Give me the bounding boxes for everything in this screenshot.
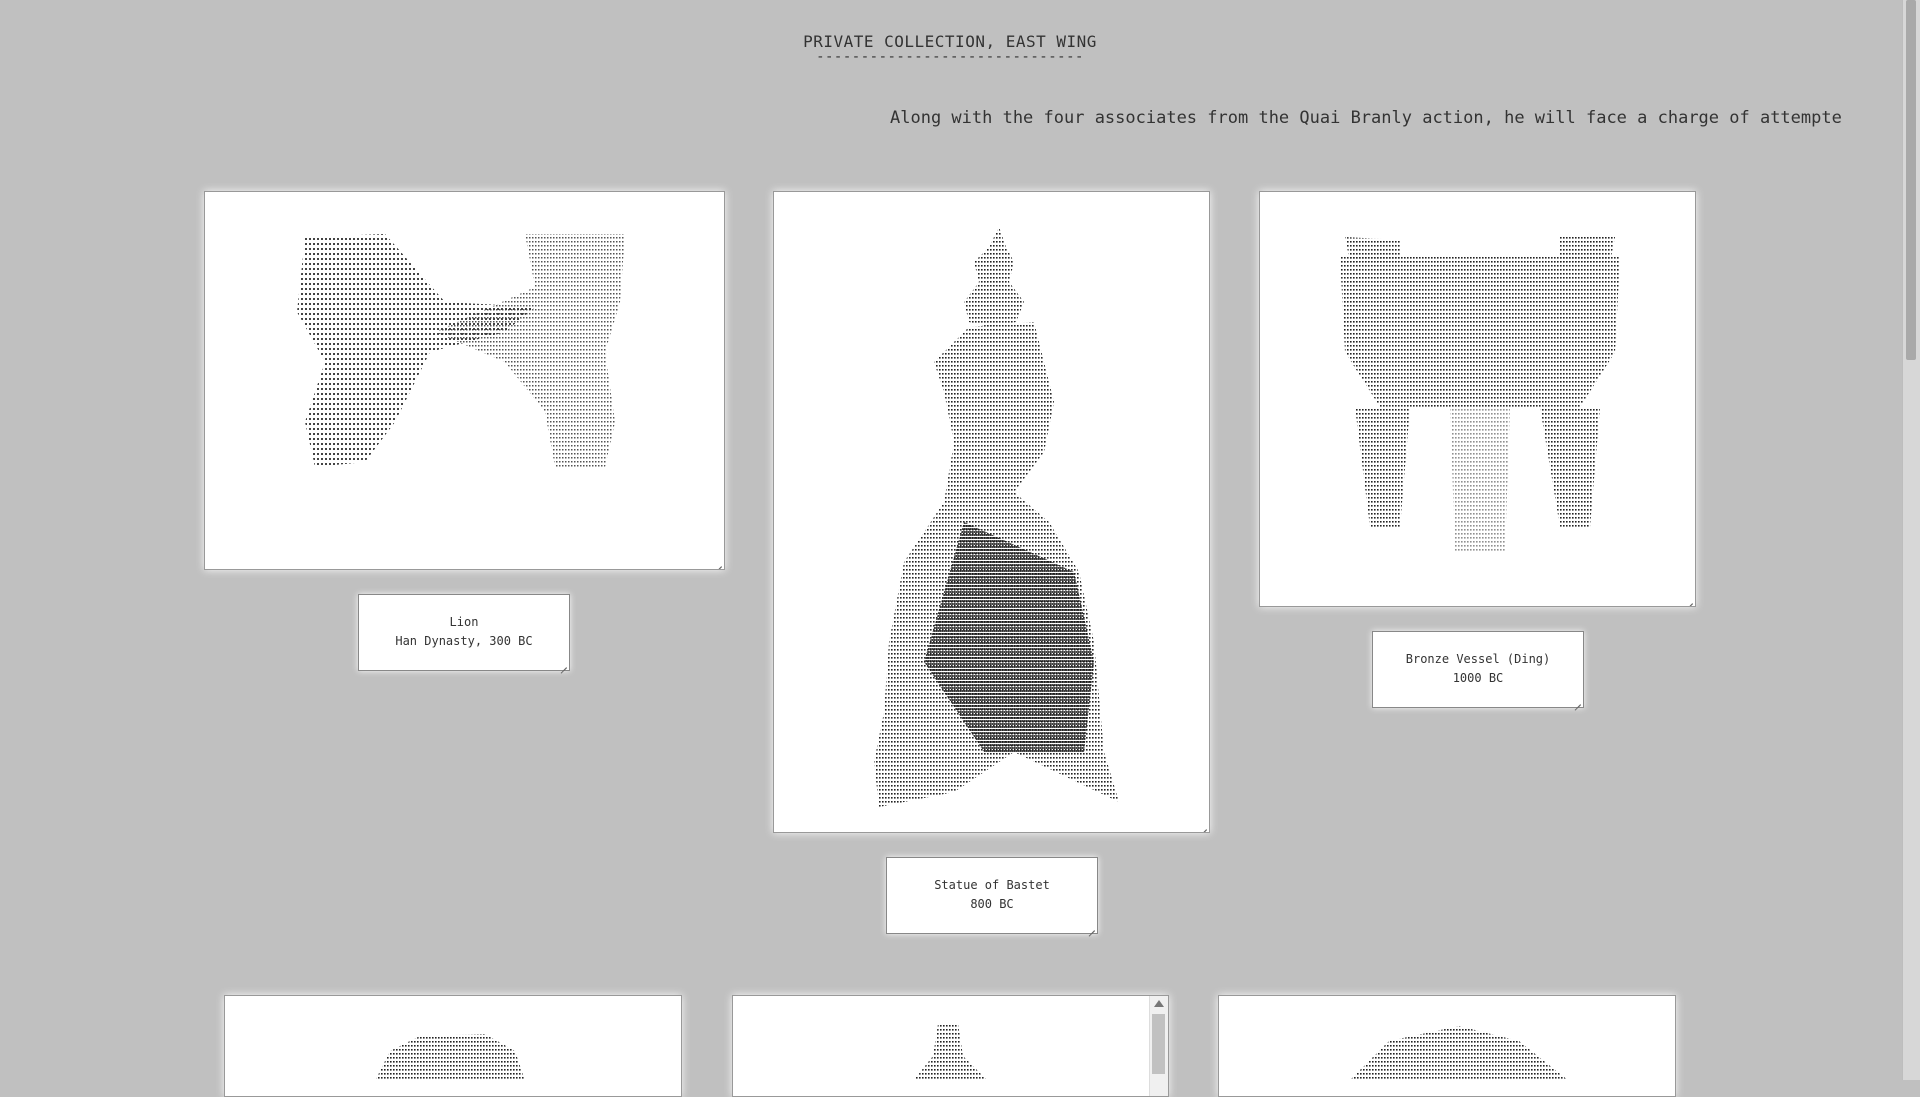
exhibit-detail: 1000 BC xyxy=(1452,671,1504,685)
scroll-thumb[interactable] xyxy=(1152,1014,1165,1074)
exhibit-name: Lion xyxy=(449,615,479,629)
resize-grip[interactable] xyxy=(1086,922,1096,932)
bastet-ascii-art xyxy=(874,227,1119,807)
exhibit-name: Bronze Vessel (Ding) xyxy=(1405,652,1551,666)
exhibit-frame-partial[interactable] xyxy=(1218,995,1676,1097)
exhibit-frame-ding[interactable] xyxy=(1259,191,1696,607)
scroll-up-icon[interactable] xyxy=(1154,1000,1164,1007)
resize-grip[interactable] xyxy=(713,558,723,568)
partial-ascii-art xyxy=(1349,1026,1569,1081)
page-scroll-thumb[interactable] xyxy=(1906,0,1916,360)
lion-ascii-art xyxy=(297,234,625,467)
title-underline: ------------------------------ xyxy=(816,49,1084,65)
exhibit-label-ding[interactable]: Bronze Vessel (Ding) 1000 BC xyxy=(1372,631,1584,708)
page-scrollbar[interactable] xyxy=(1902,0,1920,1080)
exhibit-frame-lion[interactable] xyxy=(204,191,725,570)
resize-grip[interactable] xyxy=(1684,595,1694,605)
ding-ascii-art xyxy=(1340,237,1620,552)
exhibit-detail: 800 BC xyxy=(970,897,1014,911)
partial-ascii-art xyxy=(375,1034,525,1081)
news-ticker: Along with the four associates from the … xyxy=(890,108,1865,128)
frame-scrollbar[interactable] xyxy=(1149,996,1168,1096)
exhibit-label-lion[interactable]: Lion Han Dynasty, 300 BC xyxy=(358,594,570,671)
exhibit-frame-partial[interactable] xyxy=(224,995,682,1097)
resize-grip[interactable] xyxy=(558,659,568,669)
exhibit-frame-bastet[interactable] xyxy=(773,191,1210,833)
news-ticker-text: Along with the four associates from the … xyxy=(890,108,1842,128)
resize-grip[interactable] xyxy=(1572,696,1582,706)
exhibit-label-bastet[interactable]: Statue of Bastet 800 BC xyxy=(886,857,1098,934)
exhibit-detail: Han Dynasty, 300 BC xyxy=(395,634,533,648)
resize-grip[interactable] xyxy=(1198,821,1208,831)
exhibit-name: Statue of Bastet xyxy=(934,878,1050,892)
partial-ascii-art xyxy=(913,1024,988,1081)
page-title: PRIVATE COLLECTION, EAST WING ----------… xyxy=(0,32,1900,65)
exhibit-frame-partial[interactable] xyxy=(732,995,1169,1097)
